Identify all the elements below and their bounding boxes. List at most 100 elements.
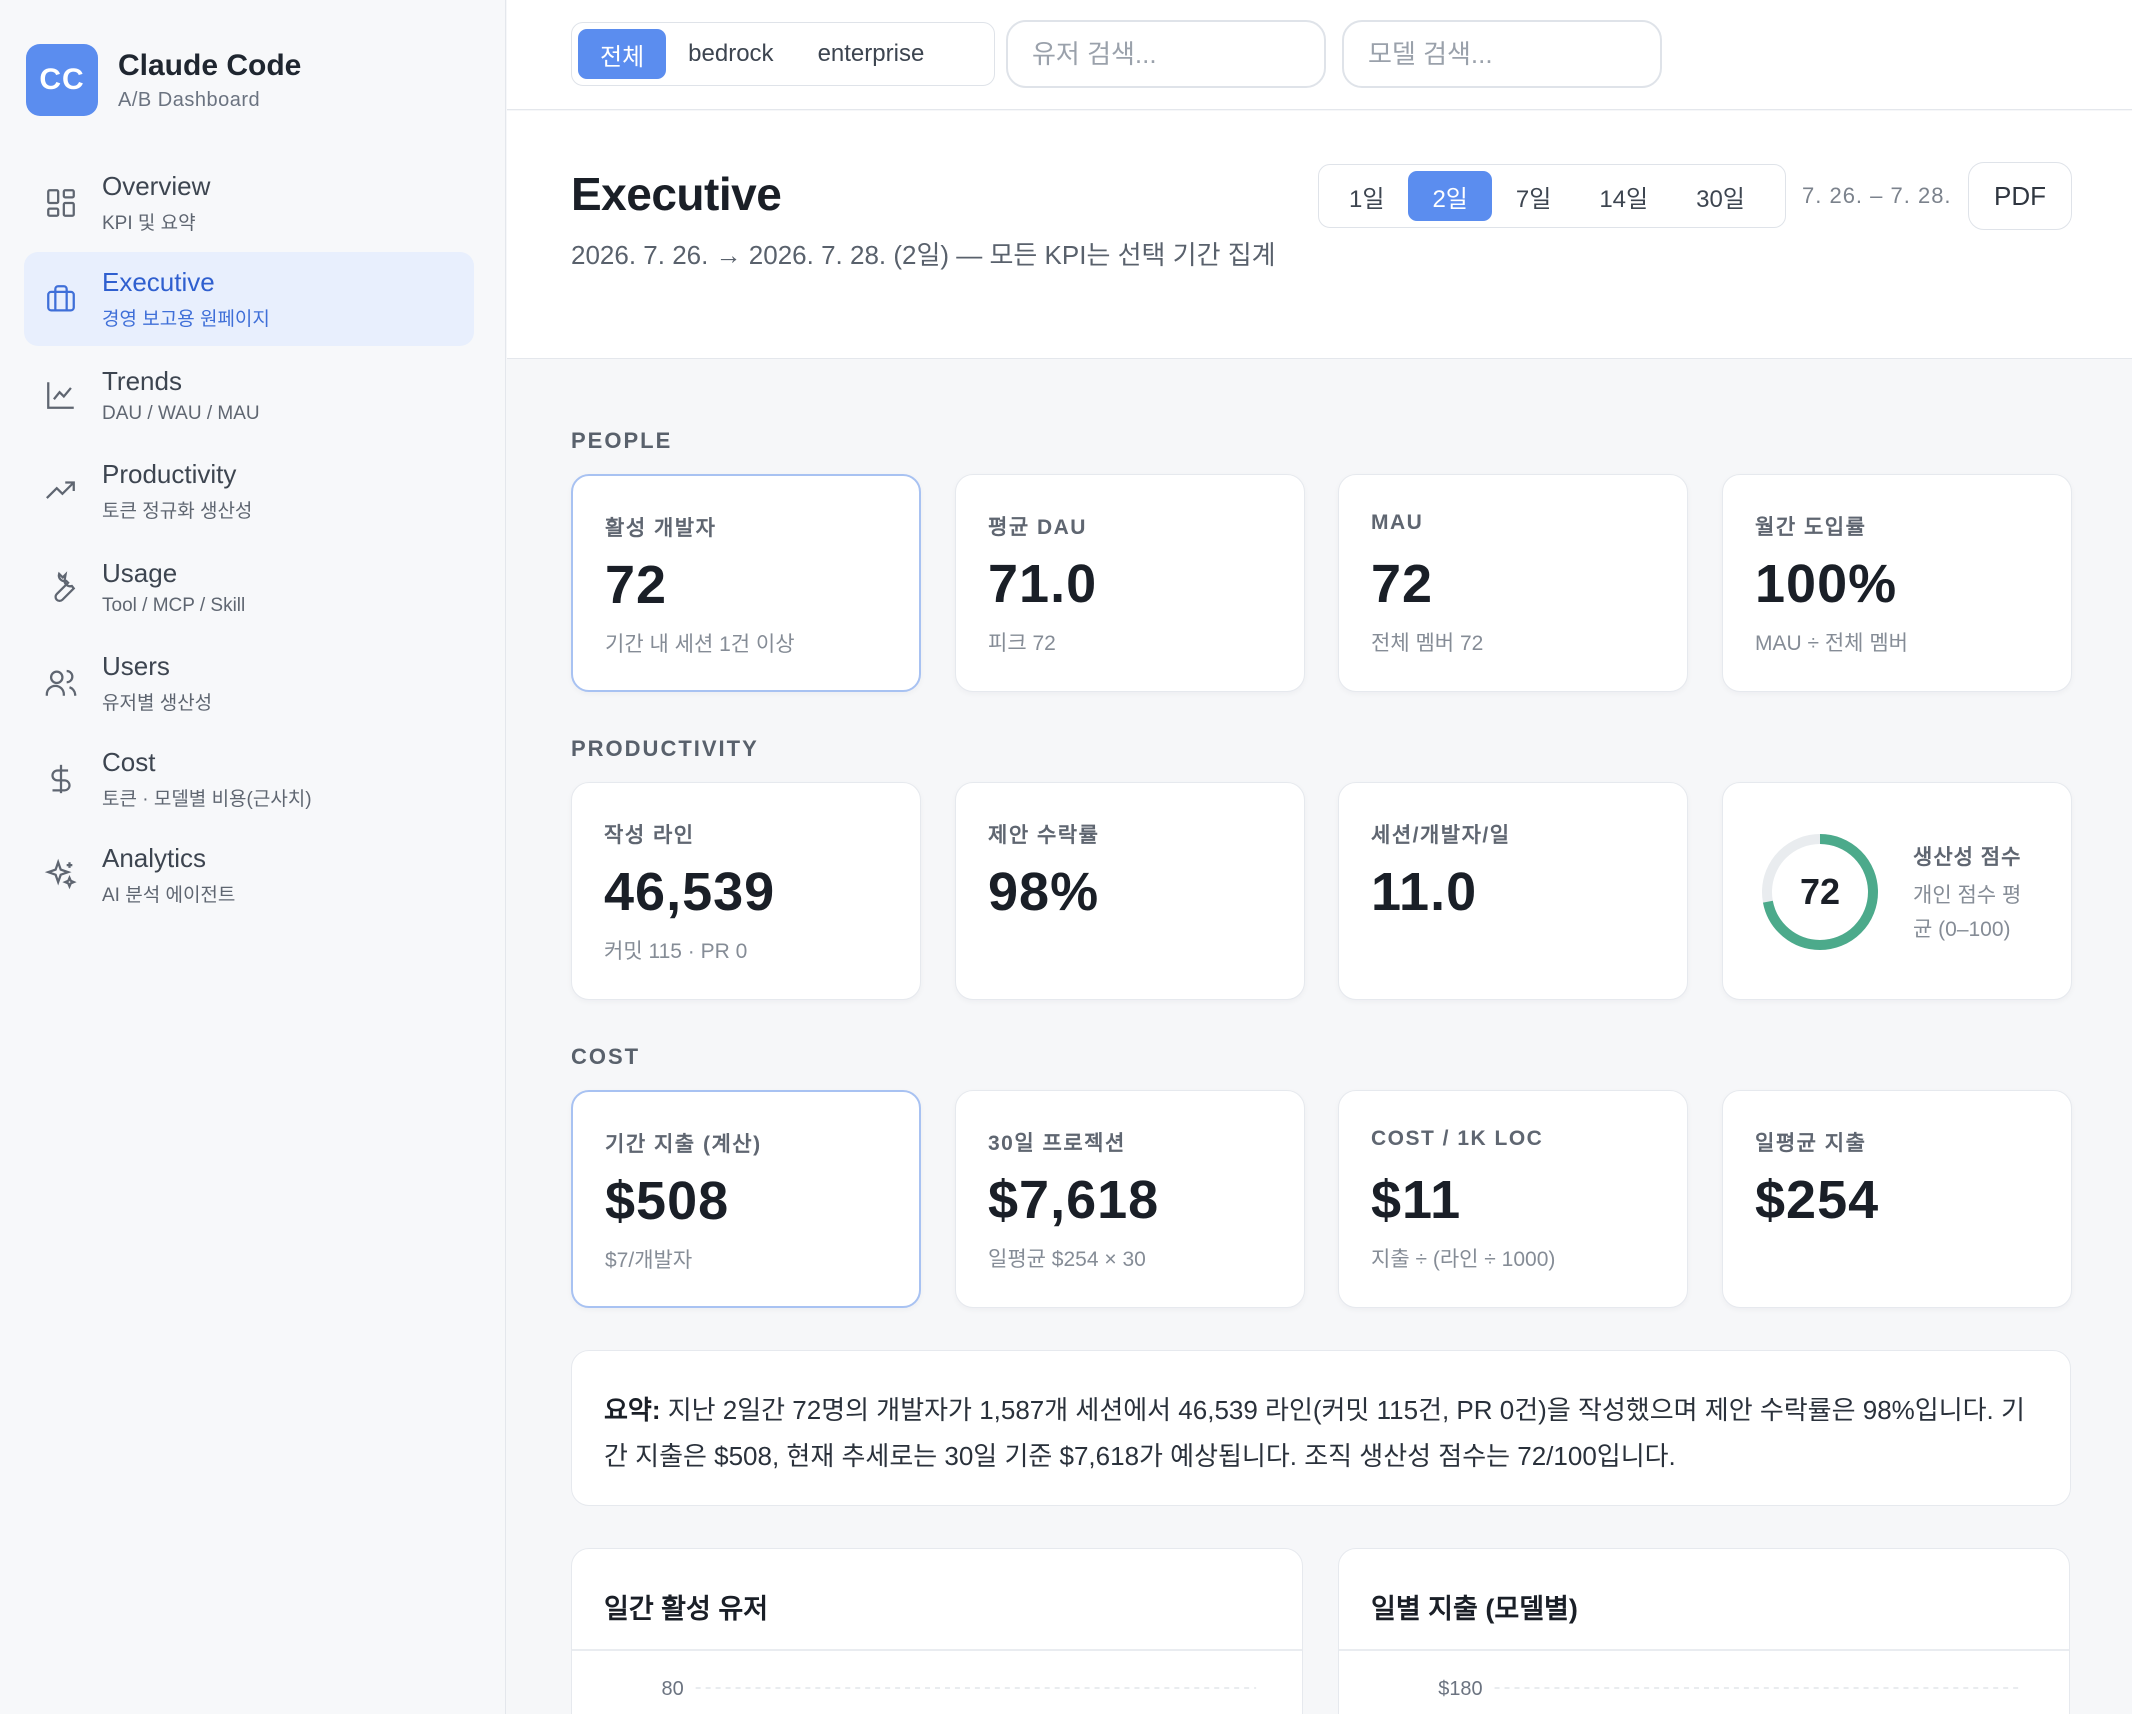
kpi-card-avg-dau[interactable]: 평균 DAU 71.0 피크 72 — [955, 474, 1305, 692]
kpi-card-projection[interactable]: 30일 프로젝션 $7,618 일평균 $254 × 30 — [955, 1090, 1305, 1308]
kpi-label: 30일 프로젝션 — [988, 1132, 1126, 1155]
sidebar-item-label: Users — [102, 651, 170, 681]
sidebar-item-executive[interactable]: Executive 경영 보고용 원페이지 — [24, 252, 474, 346]
segment-all[interactable]: 전체 — [578, 29, 667, 79]
page-title: Executive — [571, 168, 782, 220]
kpi-label: 월간 도입률 — [1755, 516, 1867, 539]
segment-filter: 전체 bedrock enterprise — [571, 22, 995, 86]
pdf-button[interactable]: PDF — [1968, 162, 2072, 230]
users-icon — [44, 666, 78, 700]
kpi-value: 71.0 — [988, 554, 1098, 614]
kpi-sub: 전체 멤버 72 — [1371, 632, 1484, 655]
sparkles-icon — [44, 858, 78, 892]
brand[interactable]: CC Claude Code A/B Dashboard — [26, 44, 301, 116]
chart-card-dau: 일간 활성 유저 80 — [571, 1548, 1303, 1714]
chart-card-daily-spend: 일별 지출 (모델별) $180 — [1338, 1548, 2070, 1714]
dau-chart: 80 — [662, 1678, 1257, 1700]
sidebar-item-sub: 경영 보고용 원페이지 — [102, 309, 270, 330]
sidebar-item-sub: 토큰 · 모델별 비용(근사치) — [102, 789, 312, 810]
kpi-value: 72 — [1371, 554, 1434, 614]
sidebar-item-label: Trends — [102, 365, 182, 396]
kpi-card-acceptance[interactable]: 제안 수락률 98% — [955, 782, 1305, 1000]
kpi-card-period-spend[interactable]: 기간 지출 (계산) $508 $7/개발자 — [571, 1090, 921, 1308]
range-30d[interactable]: 30일 — [1672, 171, 1769, 221]
kpi-value: 100% — [1755, 554, 1898, 614]
kpi-label: 제안 수락률 — [988, 824, 1100, 847]
kpi-sub: 기간 내 세션 1건 이상 — [605, 633, 795, 656]
section-label-cost: COST — [571, 1044, 641, 1069]
sidebar-item-users[interactable]: Users 유저별 생산성 — [24, 636, 474, 730]
range-text: 7. 26. – 7. 28. — [1802, 183, 1952, 208]
page-subtitle: 2026. 7. 26. → 2026. 7. 28. (2일) — 모든 KP… — [571, 240, 1276, 270]
topbar: 전체 bedrock enterprise — [507, 0, 2132, 110]
user-search-input[interactable] — [1006, 20, 1326, 88]
sidebar-item-label: Usage — [102, 557, 178, 588]
sidebar: CC Claude Code A/B Dashboard Overview KP… — [0, 0, 506, 1714]
kpi-sub: 커밋 115 · PR 0 — [604, 940, 748, 963]
kpi-label: 기간 지출 (계산) — [605, 1133, 762, 1156]
range-7d[interactable]: 7일 — [1492, 171, 1575, 221]
sidebar-item-sub: KPI 및 요약 — [102, 213, 196, 234]
sidebar-item-label: Cost — [102, 747, 156, 777]
brand-title: Claude Code — [118, 48, 302, 82]
y-tick-label: $180 — [1438, 1678, 1482, 1700]
kpi-sub: 지출 ÷ (라인 ÷ 1000) — [1371, 1248, 1556, 1271]
sidebar-item-analytics[interactable]: Analytics AI 분석 에이전트 — [24, 828, 474, 922]
kpi-sub: 피크 72 — [988, 632, 1056, 655]
score-value: 72 — [1799, 871, 1841, 912]
sidebar-item-sub: 유저별 생산성 — [102, 693, 213, 714]
kpi-card-mau[interactable]: MAU 72 전체 멤버 72 — [1338, 474, 1688, 692]
page-header: Executive 2026. 7. 26. → 2026. 7. 28. (2… — [507, 111, 2132, 359]
chart-title: 일간 활성 유저 — [604, 1594, 769, 1624]
line-chart-icon — [44, 378, 78, 412]
kpi-value: 98% — [988, 862, 1100, 922]
section-label-people: PEOPLE — [571, 428, 673, 453]
score-desc: 개인 점수 평균 (0–100) — [1913, 884, 2022, 941]
kpi-value: $254 — [1755, 1170, 1880, 1230]
sidebar-item-overview[interactable]: Overview KPI 및 요약 — [24, 156, 474, 250]
sidebar-item-label: Executive — [102, 267, 215, 297]
brand-logo: CC — [26, 44, 98, 116]
model-search-input[interactable] — [1342, 20, 1662, 88]
range-1d[interactable]: 1일 — [1325, 171, 1408, 221]
kpi-label: 일평균 지출 — [1755, 1132, 1867, 1155]
kpi-value: 46,539 — [604, 862, 776, 922]
sidebar-item-cost[interactable]: Cost 토큰 · 모델별 비용(근사치) — [24, 732, 474, 826]
sidebar-item-productivity[interactable]: Productivity 토큰 정규화 생산성 — [24, 444, 474, 538]
kpi-sub: MAU ÷ 전체 멤버 — [1755, 632, 1908, 655]
kpi-value: $11 — [1371, 1170, 1462, 1230]
sidebar-item-sub: AI 분석 에이전트 — [102, 885, 236, 906]
segment-bedrock[interactable]: bedrock — [666, 29, 795, 79]
spend-chart: $180 — [1438, 1678, 2024, 1700]
kpi-value: 11.0 — [1371, 862, 1478, 922]
kpi-label: 평균 DAU — [988, 516, 1087, 539]
kpi-card-lines[interactable]: 작성 라인 46,539 커밋 115 · PR 0 — [571, 782, 921, 1000]
kpi-label: 세션/개발자/일 — [1371, 824, 1511, 847]
kpi-sub: 일평균 $254 × 30 — [988, 1248, 1146, 1271]
score-title: 생산성 점수 — [1913, 846, 2022, 869]
segment-enterprise[interactable]: enterprise — [796, 29, 947, 79]
brand-subtitle: A/B Dashboard — [118, 88, 261, 111]
kpi-value: $7,618 — [988, 1170, 1160, 1230]
sidebar-item-usage[interactable]: Usage Tool / MCP / Skill — [24, 540, 474, 634]
kpi-card-adoption[interactable]: 월간 도입률 100% MAU ÷ 전체 멤버 — [1722, 474, 2072, 692]
kpi-card-active-devs[interactable]: 활성 개발자 72 기간 내 세션 1건 이상 — [571, 474, 921, 692]
kpi-card-daily-spend[interactable]: 일평균 지출 $254 — [1722, 1090, 2072, 1308]
range-2d[interactable]: 2일 — [1408, 171, 1492, 221]
kpi-card-cost-per-loc[interactable]: COST / 1K LOC $11 지출 ÷ (라인 ÷ 1000) — [1338, 1090, 1688, 1308]
grid-icon — [44, 186, 78, 220]
summary-text: 지난 2일간 72명의 개발자가 1,587개 세션에서 46,539 라인(커… — [604, 1395, 2025, 1471]
trending-up-icon — [44, 474, 78, 508]
summary-prefix: 요약: — [604, 1395, 661, 1425]
summary-box: 요약: 지난 2일간 72명의 개발자가 1,587개 세션에서 46,539 … — [571, 1350, 2071, 1506]
wrench-icon — [44, 570, 78, 604]
sidebar-item-label: Analytics — [102, 843, 207, 873]
sidebar-item-label: Overview — [102, 171, 211, 201]
kpi-card-productivity-score[interactable]: 72 생산성 점수 개인 점수 평균 (0–100) — [1722, 782, 2072, 1000]
kpi-card-sessions[interactable]: 세션/개발자/일 11.0 — [1338, 782, 1688, 1000]
sidebar-item-trends[interactable]: Trends DAU / WAU / MAU — [24, 348, 474, 442]
sidebar-item-label: Productivity — [102, 459, 237, 489]
range-14d[interactable]: 14일 — [1575, 171, 1672, 221]
sidebar-nav: Overview KPI 및 요약 Executive 경영 보고용 원페이지 … — [24, 156, 474, 924]
sidebar-item-sub: Tool / MCP / Skill — [102, 594, 246, 616]
